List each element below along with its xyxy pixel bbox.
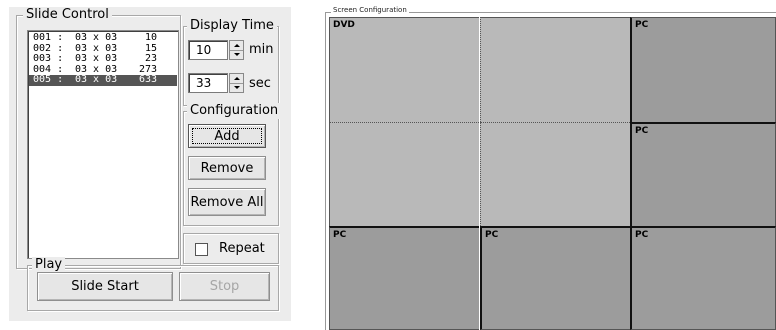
screen-cell[interactable]: PC [480, 226, 630, 330]
screen-cell-label: DVD [333, 20, 355, 30]
screen-cell-label: PC [635, 126, 649, 136]
remove-button[interactable]: Remove [188, 156, 266, 180]
minutes-spinner[interactable] [229, 40, 244, 60]
slide-control-title: Slide Control [23, 7, 112, 23]
screen-cell[interactable]: PC [630, 122, 776, 226]
screen-cell[interactable]: DVD [329, 17, 479, 122]
spin-down-icon[interactable] [230, 83, 243, 92]
slide-list-item[interactable]: 001 : 03 x 03 10 [29, 32, 177, 44]
screen-cell[interactable]: PC [630, 17, 776, 122]
minutes-input[interactable]: 10 [188, 40, 228, 60]
stop-button[interactable]: Stop [179, 272, 270, 301]
slide-grid-size: 03 x 03 [75, 32, 118, 43]
slide-control-panel: Slide Control 001 :03 x 03 10 002 :03 x 03… [9, 7, 291, 321]
display-time-title: Display Time [187, 18, 277, 34]
slide-time: 633 [138, 74, 157, 85]
screen-cell-label: PC [635, 230, 649, 240]
slide-id: 003 : [33, 53, 64, 64]
slide-list-item[interactable]: 005 : 03 x 03 633 [29, 74, 177, 86]
repeat-checkbox[interactable] [195, 243, 208, 256]
screen-cell-label: PC [333, 230, 347, 240]
remove-all-button[interactable]: Remove All [188, 188, 266, 216]
screen-cell[interactable] [480, 17, 630, 122]
repeat-label[interactable]: Repeat [219, 241, 265, 257]
seconds-unit: sec [249, 76, 271, 91]
seconds-spinner[interactable] [229, 73, 244, 93]
slide-start-button[interactable]: Slide Start [37, 272, 173, 301]
screen-configuration-title: Screen Configuration [331, 6, 409, 15]
screen-cell[interactable]: PC [630, 226, 776, 330]
slide-time: 10 [144, 32, 157, 43]
minutes-unit: min [249, 42, 274, 57]
screen-cell-label: PC [635, 20, 649, 30]
screen-cell-label: PC [485, 230, 499, 240]
spin-down-icon[interactable] [230, 50, 243, 59]
slide-list-item[interactable]: 003 : 03 x 03 23 [29, 53, 177, 65]
screen-cell[interactable] [329, 122, 479, 226]
slide-id: 005 : [33, 74, 64, 85]
slide-time: 23 [144, 53, 157, 64]
screen-cell[interactable] [480, 122, 630, 226]
slide-id: 001 : [33, 32, 64, 43]
configuration-title: Configuration [187, 103, 282, 119]
play-title: Play [32, 257, 66, 273]
display-time-group: Display Time [183, 18, 279, 106]
slide-list[interactable]: 001 :03 x 03 10 002 :03 x 03 15 003 :03 x 03… [27, 30, 179, 259]
add-button[interactable]: Add [188, 124, 266, 148]
slide-grid-size: 03 x 03 [75, 74, 118, 85]
seconds-input[interactable]: 33 [188, 73, 228, 93]
slide-grid-size: 03 x 03 [75, 53, 118, 64]
screen-cell[interactable]: PC [329, 226, 479, 330]
